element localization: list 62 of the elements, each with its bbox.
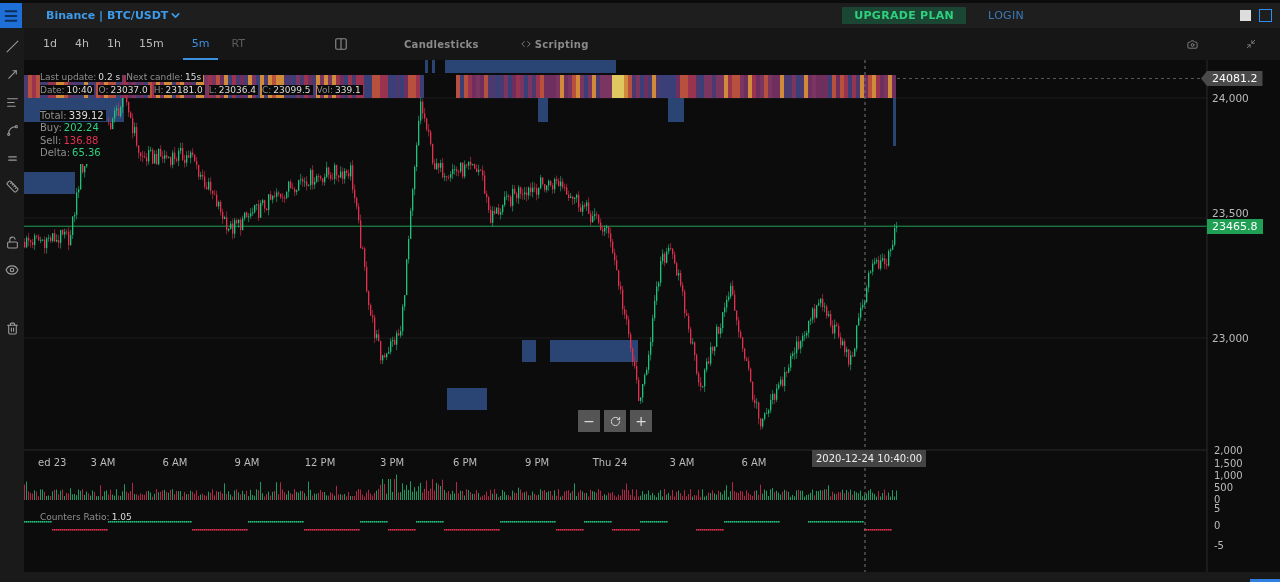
stat-value: 339.12 (68, 109, 104, 121)
stat-label: Buy: (40, 122, 62, 134)
time-axis-label: 6 AM (741, 457, 767, 468)
legend-value: 15s (185, 72, 202, 83)
ratio-axis-label: 0 (1214, 520, 1221, 531)
upgrade-button[interactable]: UPGRADE PLAN (842, 7, 967, 24)
legend-value: 0.2 s (98, 72, 121, 83)
ratio-axis-label: -5 (1214, 540, 1224, 551)
volume-axis-label: 2,000 (1214, 445, 1243, 456)
legend-value: 23099.5 (273, 84, 311, 95)
ratio-value: 1.05 (111, 512, 132, 522)
timeframe-tab[interactable]: 1h (97, 28, 130, 60)
stat-value: 136.88 (63, 134, 99, 146)
time-axis-label: 3 AM (669, 457, 695, 468)
login-link[interactable]: LOGIN (982, 8, 1030, 23)
timeframe-tab[interactable]: 4h (66, 28, 98, 60)
stat-label: Sell: (40, 134, 62, 146)
legend-label: H: (153, 84, 164, 95)
volume-axis-label: 1,000 (1214, 470, 1243, 481)
market-selector[interactable]: Binance | BTC/USDT (46, 9, 183, 22)
time-axis-label: 9 AM (234, 457, 260, 468)
legend-label: Date: (40, 84, 65, 95)
legend-label: O: (98, 84, 109, 95)
legend-label: C: (261, 84, 272, 95)
time-axis-label: 9 PM (524, 457, 550, 468)
ratio-label: Counters Ratio: (40, 512, 110, 522)
legend-value: 339.1 (335, 84, 361, 95)
legend-value: 23037.0 (110, 84, 148, 95)
zoom-out-button[interactable]: − (578, 410, 600, 432)
ratio-axis-label: 5 (1214, 503, 1221, 514)
legend-value: 23036.4 (218, 84, 256, 95)
time-axis-label: 6 AM (162, 457, 188, 468)
time-axis-label: 3 AM (90, 457, 116, 468)
time-axis-label: ed 23 (38, 457, 67, 468)
time-axis-label: 3 PM (379, 457, 405, 468)
scripting-button[interactable]: Scripting (514, 37, 595, 51)
stat-value: 65.36 (72, 147, 101, 159)
chart-type-button[interactable]: Candlesticks (397, 37, 485, 51)
stat-label: Total: (40, 109, 67, 121)
price-axis-label: 23,500 (1212, 207, 1249, 219)
price-tag: 24081.2 (1201, 71, 1263, 86)
legend-label: L: (208, 84, 217, 95)
legend-value: 23181.0 (165, 84, 203, 95)
price-tag: 23465.8 (1207, 218, 1263, 234)
time-axis-label: Thu 24 (592, 457, 628, 468)
legend-label: Next candle: (126, 72, 183, 83)
volume-axis-label: 500 (1214, 482, 1234, 493)
price-axis-label: 24,000 (1212, 92, 1249, 104)
timeframe-tab[interactable]: 15m (129, 28, 173, 60)
zoom-in-button[interactable]: + (630, 410, 652, 432)
legend-label: Last update: (40, 72, 97, 83)
crosshair-time-label: 2020-12-24 10:40:00 (812, 450, 927, 467)
volume-axis-label: 1,500 (1214, 458, 1243, 469)
volume-axis-label: 0 (1214, 494, 1221, 505)
price-axis-label: 23,000 (1212, 332, 1249, 344)
timeframe-tab[interactable]: 5m (182, 28, 219, 60)
time-axis-label: 12 PM (304, 457, 336, 468)
stat-value: 202.24 (63, 122, 99, 134)
time-axis-label: 6 PM (452, 457, 478, 468)
legend-value: 10:40 (66, 84, 93, 95)
timeframe-tab[interactable]: 1d (34, 28, 66, 60)
stat-label: Delta: (40, 147, 71, 159)
